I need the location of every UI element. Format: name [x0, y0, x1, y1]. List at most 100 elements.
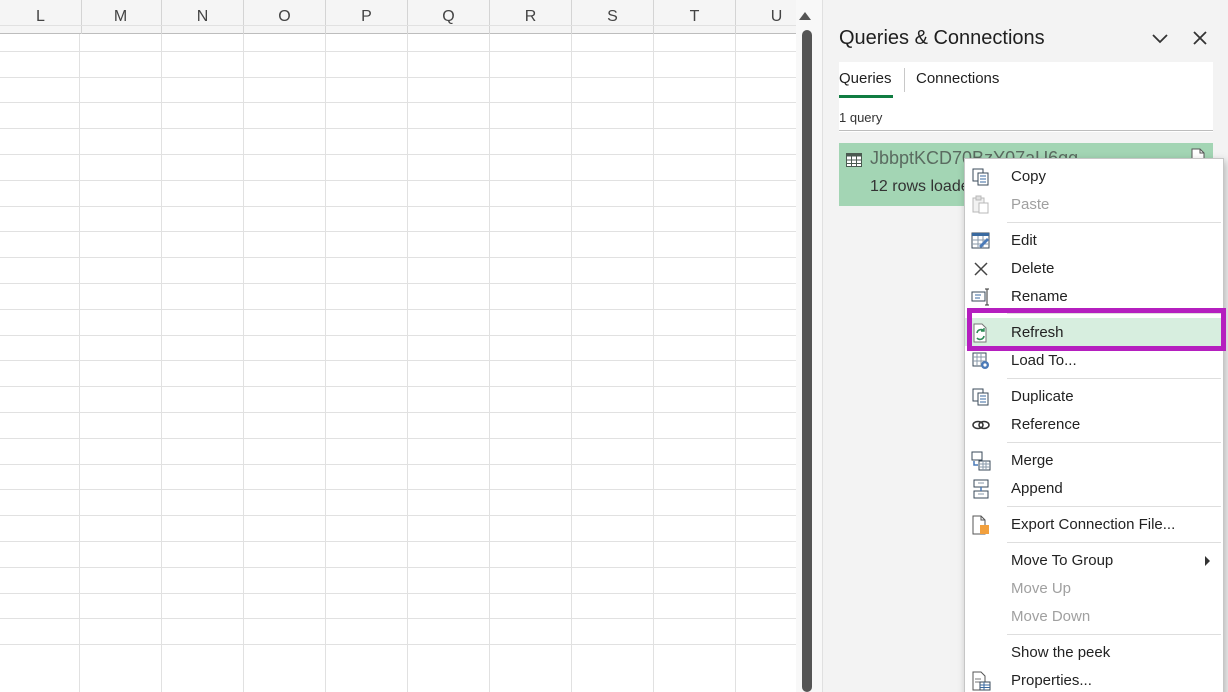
column-gridline [653, 34, 654, 692]
row-gridline [0, 644, 796, 645]
menu-separator [1007, 442, 1221, 443]
column-header-t[interactable]: T [654, 0, 736, 34]
row-gridline [0, 360, 796, 361]
menu-item-move-to-group[interactable]: Move To Group [965, 546, 1223, 574]
column-gridline [735, 34, 736, 692]
row-gridline [0, 386, 796, 387]
copy-icon [972, 168, 989, 186]
tab-queries[interactable]: Queries [839, 70, 892, 87]
menu-item-label: Move Down [1011, 608, 1091, 625]
menu-separator [1007, 313, 1221, 314]
row-gridline [0, 335, 796, 336]
column-header-r[interactable]: R [490, 0, 572, 34]
column-gridline [243, 34, 244, 692]
menu-item-label: Duplicate [1011, 388, 1074, 405]
column-header-s[interactable]: S [572, 0, 654, 34]
row-gridline [0, 593, 796, 594]
row-gridline [0, 283, 796, 284]
rename-icon [971, 288, 989, 306]
column-gridline [489, 34, 490, 692]
row-gridline [0, 257, 796, 258]
menu-separator [1007, 222, 1221, 223]
menu-item-append[interactable]: Append [965, 474, 1223, 502]
menu-item-merge[interactable]: Merge [965, 446, 1223, 474]
column-header-o[interactable]: O [244, 0, 326, 34]
table-icon [846, 153, 862, 167]
scroll-up-arrow-icon[interactable] [799, 12, 811, 20]
scroll-thumb[interactable] [802, 30, 812, 692]
row-gridline [0, 567, 796, 568]
menu-item-refresh[interactable]: Refresh [965, 318, 1223, 346]
column-header-m[interactable]: M [80, 0, 162, 34]
menu-item-export-connection-file[interactable]: Export Connection File... [965, 510, 1223, 538]
column-header-p[interactable]: P [326, 0, 408, 34]
submenu-arrow-icon [1205, 556, 1210, 566]
export-icon [972, 515, 989, 535]
load-to-icon [972, 352, 989, 369]
pane-title: Queries & Connections [839, 27, 1045, 49]
column-header-n[interactable]: N [162, 0, 244, 34]
row-gridline [0, 154, 796, 155]
menu-item-rename[interactable]: Rename [965, 282, 1223, 310]
vertical-scrollbar[interactable] [796, 0, 822, 692]
append-icon [973, 479, 989, 499]
menu-item-properties[interactable]: Properties... [965, 666, 1223, 692]
menu-item-label: Load To... [1011, 352, 1077, 369]
menu-item-edit[interactable]: Edit [965, 226, 1223, 254]
tab-connections[interactable]: Connections [916, 70, 999, 87]
query-context-menu: Copy Paste Edit Delete Rename Refresh Lo… [964, 158, 1224, 692]
row-gridline [0, 464, 796, 465]
column-gridline [79, 34, 80, 692]
edit-icon [971, 232, 990, 249]
column-gridline [407, 34, 408, 692]
merge-icon [971, 451, 991, 471]
row-gridline [0, 412, 796, 413]
menu-item-reference[interactable]: Reference [965, 410, 1223, 438]
menu-separator [1007, 542, 1221, 543]
row-gridline [0, 309, 796, 310]
menu-item-label: Merge [1011, 452, 1054, 469]
menu-item-duplicate[interactable]: Duplicate [965, 382, 1223, 410]
row-gridline [0, 231, 796, 232]
chevron-down-icon[interactable] [1148, 26, 1172, 50]
menu-item-delete[interactable]: Delete [965, 254, 1223, 282]
active-tab-indicator [839, 95, 893, 98]
menu-item-label: Refresh [1011, 324, 1064, 341]
menu-item-move-down[interactable]: Move Down [965, 602, 1223, 630]
menu-item-move-up[interactable]: Move Up [965, 574, 1223, 602]
spreadsheet-grid[interactable]: L M N O P Q R S T U [0, 0, 796, 692]
column-header-q[interactable]: Q [408, 0, 490, 34]
menu-item-show-the-peek[interactable]: Show the peek [965, 638, 1223, 666]
menu-item-label: Export Connection File... [1011, 516, 1176, 533]
column-gridline [325, 34, 326, 692]
menu-item-label: Paste [1011, 196, 1050, 213]
column-header-u[interactable]: U [736, 0, 796, 34]
row-gridline [0, 618, 796, 619]
menu-item-copy[interactable]: Copy [965, 162, 1223, 190]
menu-item-label: Rename [1011, 288, 1068, 305]
refresh-icon [973, 323, 987, 343]
row-gridline [0, 77, 796, 78]
row-gridline [0, 438, 796, 439]
row-gridline [0, 102, 796, 103]
row-gridline [0, 541, 796, 542]
tab-divider [904, 68, 905, 92]
menu-item-load-to[interactable]: Load To... [965, 346, 1223, 374]
query-count: 1 query [839, 110, 883, 125]
row-gridline [0, 180, 796, 181]
column-gridline [571, 34, 572, 692]
close-icon[interactable] [1188, 26, 1212, 50]
divider [839, 130, 1213, 131]
row-gridline [0, 51, 796, 52]
column-header-l[interactable]: L [0, 0, 82, 34]
menu-item-label: Copy [1011, 168, 1047, 185]
menu-item-paste[interactable]: Paste [965, 190, 1223, 218]
menu-item-label: Move Up [1011, 580, 1072, 597]
row-gridline [0, 128, 796, 129]
menu-item-label: Append [1011, 480, 1063, 497]
menu-item-label: Edit [1011, 232, 1037, 249]
paste-icon [972, 195, 989, 214]
row-gridline [0, 25, 796, 26]
menu-item-label: Delete [1011, 260, 1055, 277]
menu-item-label: Move To Group [1011, 552, 1114, 569]
